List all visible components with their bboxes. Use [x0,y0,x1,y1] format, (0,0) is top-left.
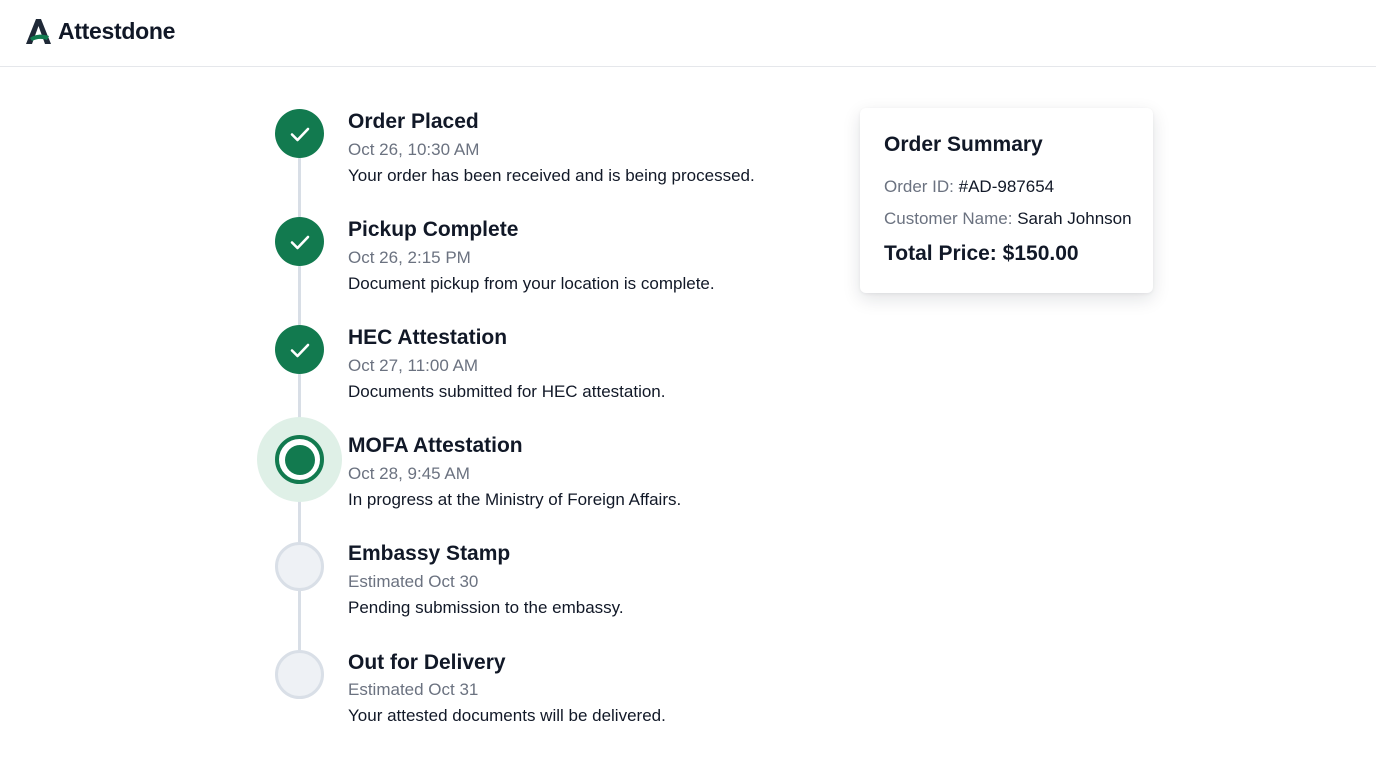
step-description: Your order has been received and is bein… [348,166,755,185]
customer-name-value: Sarah Johnson [1017,209,1132,228]
step-title: MOFA Attestation [348,434,523,457]
step-description: Document pickup from your location is co… [348,274,715,293]
step-description: Pending submission to the embassy. [348,598,624,617]
checkmark-icon [290,235,309,249]
timeline-step-out-for-delivery: Out for Delivery Estimated Oct 31 Your a… [0,0,820,725]
checkmark-icon [290,343,309,357]
total-price-label: Total Price: [884,242,997,265]
step-timestamp: Oct 26, 2:15 PM [348,248,471,267]
step-timestamp: Oct 28, 9:45 AM [348,464,470,483]
order-id-row: Order ID: #AD-987654 [884,177,1054,197]
order-id-value: #AD-987654 [958,177,1055,196]
step-description: Documents submitted for HEC attestation. [348,382,666,401]
step-title: Order Placed [348,110,479,133]
timeline-connector [298,158,301,217]
step-timestamp: Estimated Oct 30 [348,572,479,591]
step-pending-indicator [275,650,324,699]
total-price-value: $150.00 [1002,242,1079,265]
timeline-connector [298,500,301,542]
step-title: Out for Delivery [348,651,506,674]
step-description: In progress at the Ministry of Foreign A… [348,490,682,509]
step-active-indicator [275,435,324,484]
timeline-connector [298,374,301,419]
active-dot-icon [284,444,315,475]
step-complete-indicator [275,109,324,158]
step-title: HEC Attestation [348,326,508,349]
step-complete-indicator [275,325,324,374]
step-title: Pickup Complete [348,218,519,241]
total-price: Total Price: $150.00 [884,242,1079,266]
step-description: Your attested documents will be delivere… [348,706,666,725]
customer-name-row: Customer Name: Sarah Johnson [884,209,1132,229]
customer-name-label: Customer Name: [884,209,1013,228]
timeline-connector [298,591,301,650]
checkmark-icon [290,127,309,141]
step-timestamp: Oct 27, 11:00 AM [348,356,479,375]
step-timestamp: Estimated Oct 31 [348,680,479,699]
order-id-label: Order ID: [884,177,954,196]
step-pending-indicator [275,542,324,591]
order-summary-title: Order Summary [884,133,1043,156]
timeline-connector [298,266,301,325]
order-summary-card: Order Summary Order ID: #AD-987654 Custo… [860,108,1153,293]
step-complete-indicator [275,217,324,266]
step-title: Embassy Stamp [348,542,511,565]
step-timestamp: Oct 26, 10:30 AM [348,140,480,159]
